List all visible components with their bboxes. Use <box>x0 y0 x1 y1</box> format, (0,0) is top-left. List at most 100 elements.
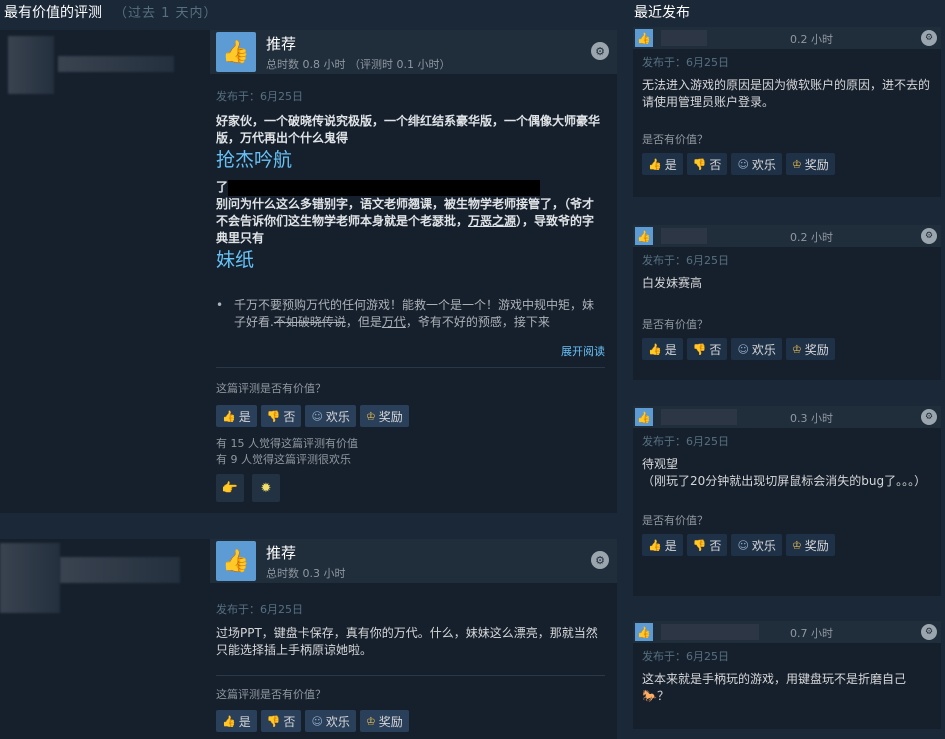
divider <box>216 367 605 368</box>
funny-label: 欢乐 <box>751 157 776 172</box>
yes-button[interactable]: 👍 是 <box>642 338 683 360</box>
review-text: 好家伙，一个破晓传说究极版，一个绯红结系豪华版，一个偶像大师豪华版，万代再出个什… <box>216 114 601 145</box>
most-helpful-title: 最有价值的评测 <box>4 5 102 21</box>
thumbs-up-icon: 👍 <box>648 538 662 552</box>
award-icon: ♔ <box>365 409 376 423</box>
recent-review-text: 白发妹赛高 <box>642 276 703 290</box>
author-column[interactable] <box>0 539 200 739</box>
award-label: 奖励 <box>804 538 829 553</box>
thumbs-up-icon: 👍 <box>216 32 256 72</box>
award-icon: ♔ <box>791 342 802 356</box>
posted-date: 发布于：6月25日 <box>642 650 729 663</box>
funny-label: 欢乐 <box>751 342 776 357</box>
review-text-underline: 万恶之源 <box>468 214 517 228</box>
funny-label: 欢乐 <box>325 714 350 729</box>
award-icon: ♔ <box>791 538 802 552</box>
review-text-fragment: 了 <box>216 180 229 194</box>
review-text-fragment: ，但是 <box>345 315 382 329</box>
helpful-question: 这篇评测是否有价值？ <box>216 382 326 395</box>
most-helpful-header: 最有价值的评测 （过去 1 天内） <box>4 2 218 26</box>
award-button[interactable]: ♔ 奖励 <box>785 153 835 175</box>
recent-review-text: 待观望 <box>642 457 679 471</box>
yes-button[interactable]: 👍 是 <box>642 153 683 175</box>
no-button[interactable]: 👎 否 <box>686 534 728 556</box>
posted-date: 发布于：6月25日 <box>642 435 729 448</box>
award-icon: ♔ <box>365 714 376 728</box>
recent-review-text: 无法进入游戏的原因是因为微软账户的原因，进不去的请使用管理员账户登录。 <box>642 78 931 109</box>
helpful-question: 这篇评测是否有价值？ <box>216 688 326 701</box>
award-button[interactable]: ♔ 奖励 <box>785 534 835 556</box>
vote-header[interactable]: 👍 推荐 总时数 0.3 小时 ⚙ <box>210 539 617 583</box>
time-range-label: （过去 1 天内） <box>114 6 218 21</box>
yes-label: 是 <box>664 157 677 172</box>
no-button[interactable]: 👎 否 <box>686 153 728 175</box>
funny-count: 有 9 人觉得这篇评测很欢乐 <box>216 453 351 466</box>
avatar[interactable] <box>8 36 54 94</box>
recent-review: 👍 0.2 小时 ⚙ 发布于：6月25日 白发妹赛高 是否有价值？ 👍 是 👎 否 … <box>633 225 941 380</box>
no-label: 否 <box>709 157 722 172</box>
author-column[interactable] <box>0 30 200 513</box>
thumbs-up-icon: 👍 <box>648 342 662 356</box>
yes-button[interactable]: 👍 是 <box>216 405 257 427</box>
yes-label: 是 <box>664 538 677 553</box>
review-text-fragment: ，爷有不好的预感，接下来 <box>405 315 550 329</box>
thumbs-up-icon: 👍 <box>635 623 653 641</box>
posted-date: 发布于：6月25日 <box>642 56 729 69</box>
no-label: 否 <box>709 538 722 553</box>
award-label: 奖励 <box>804 342 829 357</box>
award-badge[interactable]: ✹ <box>252 474 280 502</box>
recent-review-header[interactable]: 👍 0.7 小时 ⚙ <box>633 621 941 643</box>
smiley-icon: ☺ <box>737 342 749 356</box>
award-label: 奖励 <box>804 157 829 172</box>
no-button[interactable]: 👎 否 <box>686 338 728 360</box>
recent-review-text: 这本来就是手柄玩的游戏，用键盘玩不是折磨自己🐎？ <box>642 672 907 703</box>
smiley-icon: ☺ <box>737 157 749 171</box>
thumbs-up-icon: 👍 <box>222 714 236 728</box>
helpful-question: 是否有价值？ <box>642 514 708 527</box>
smiley-icon: ☺ <box>311 409 323 423</box>
helpful-question: 是否有价值？ <box>642 318 708 331</box>
recent-review: 👍 0.2 小时 ⚙ 发布于：6月25日 无法进入游戏的原因是因为微软账户的原因… <box>633 27 941 197</box>
recent-review-header[interactable]: 👍 0.2 小时 ⚙ <box>633 27 941 49</box>
funny-button[interactable]: ☺ 欢乐 <box>305 405 356 427</box>
author-name-blurred[interactable] <box>661 409 737 425</box>
author-name-blurred[interactable] <box>60 557 180 583</box>
funny-label: 欢乐 <box>751 538 776 553</box>
thumbs-up-icon: 👍 <box>222 409 236 423</box>
no-label: 否 <box>283 409 296 424</box>
funny-button[interactable]: ☺ 欢乐 <box>731 534 782 556</box>
recent-review-header[interactable]: 👍 0.2 小时 ⚙ <box>633 225 941 247</box>
steam-icon: ⚙ <box>921 30 937 46</box>
yes-label: 是 <box>664 342 677 357</box>
award-button[interactable]: ♔ 奖励 <box>359 405 409 427</box>
avatar[interactable] <box>0 543 60 613</box>
vote-title: 推荐 <box>266 543 297 562</box>
review-card: 👍 推荐 总时数 0.8 小时 （评测时 0.1 小时） ⚙ 发布于：6月25日… <box>0 30 617 513</box>
award-badge[interactable]: 👉 <box>216 474 244 502</box>
hours-played: 总时数 0.3 小时 <box>266 566 346 580</box>
vote-header[interactable]: 👍 推荐 总时数 0.8 小时 （评测时 0.1 小时） ⚙ <box>210 30 617 74</box>
funny-label: 欢乐 <box>325 409 350 424</box>
funny-button[interactable]: ☺ 欢乐 <box>731 153 782 175</box>
no-button[interactable]: 👎 否 <box>260 405 302 427</box>
author-name-blurred[interactable] <box>58 56 174 72</box>
award-button[interactable]: ♔ 奖励 <box>785 338 835 360</box>
review-text-2: 了 别问为什么这么多错别字，语文老师翘课，被生物学老师接管了，（爷才不会告诉你们… <box>216 179 605 247</box>
recent-review-header[interactable]: 👍 0.3 小时 ⚙ <box>633 406 941 428</box>
author-name-blurred[interactable] <box>661 228 707 244</box>
thumbs-up-icon: 👍 <box>635 408 653 426</box>
review-big-text-2: 妹纸 <box>216 249 255 271</box>
thumbs-down-icon: 👎 <box>266 409 281 423</box>
thumbs-down-icon: 👎 <box>692 538 707 552</box>
yes-button[interactable]: 👍 是 <box>642 534 683 556</box>
author-name-blurred[interactable] <box>661 30 707 46</box>
read-more-link[interactable]: 展开阅读 <box>216 343 605 359</box>
recent-review: 👍 0.3 小时 ⚙ 发布于：6月25日 待观望 （刚玩了20分钟就出现切屏鼠标… <box>633 406 941 596</box>
award-label: 奖励 <box>378 714 403 729</box>
author-name-blurred[interactable] <box>661 624 759 640</box>
funny-button[interactable]: ☺ 欢乐 <box>731 338 782 360</box>
spoiler-block[interactable] <box>228 179 541 196</box>
review-text-strike: 不如破晓传说 <box>273 315 346 329</box>
posted-date: 发布于：6月25日 <box>216 603 303 616</box>
no-label: 否 <box>283 714 296 729</box>
